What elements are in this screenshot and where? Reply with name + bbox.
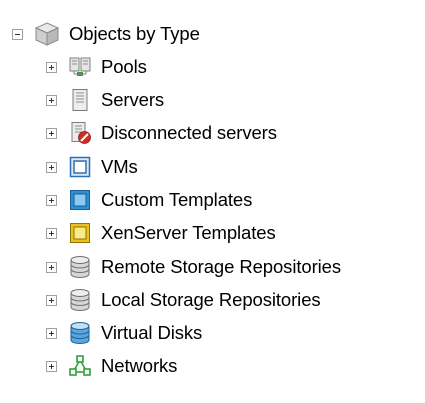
server-icon	[72, 89, 88, 111]
tree-node-remote-storage-repositories[interactable]: Remote Storage Repositories	[46, 250, 341, 284]
expand-toggle-icon[interactable]	[46, 227, 57, 239]
tree-node-label: Custom Templates	[101, 189, 253, 210]
local-storage-icon	[70, 289, 90, 311]
pool-icon	[69, 57, 91, 76]
custom-template-icon	[70, 190, 90, 210]
expand-toggle-icon[interactable]	[46, 360, 57, 372]
tree-node-label: XenServer Templates	[101, 222, 276, 243]
tree-node-label: VMs	[101, 156, 138, 177]
tree-node-custom-templates[interactable]: Custom Templates	[46, 183, 252, 217]
vm-icon	[69, 156, 91, 178]
cube-icon	[34, 22, 60, 46]
tree-node-label: Local Storage Repositories	[101, 289, 321, 310]
xenserver-template-icon	[70, 223, 90, 243]
tree-node-local-storage-repositories[interactable]: Local Storage Repositories	[46, 283, 321, 317]
tree-node-label: Remote Storage Repositories	[101, 256, 341, 277]
tree-node-networks[interactable]: Networks	[46, 349, 177, 383]
tree-node-xenserver-templates[interactable]: XenServer Templates	[46, 216, 276, 250]
tree-node-label: Pools	[101, 56, 147, 77]
tree-node-label: Objects by Type	[69, 23, 200, 44]
collapse-toggle-icon[interactable]	[12, 28, 23, 40]
expand-toggle-icon[interactable]	[46, 161, 57, 173]
expand-toggle-icon[interactable]	[46, 194, 57, 206]
objects-tree: Objects by Type Pools Servers Disconnect…	[0, 0, 425, 403]
remote-storage-icon	[70, 256, 90, 278]
expand-toggle-icon[interactable]	[46, 94, 57, 106]
disconnected-server-icon	[71, 122, 91, 144]
tree-node-servers[interactable]: Servers	[46, 83, 164, 117]
expand-toggle-icon[interactable]	[46, 327, 57, 339]
tree-node-label: Disconnected servers	[101, 122, 277, 143]
network-icon	[69, 355, 91, 376]
tree-node-objects-by-type[interactable]: Objects by Type	[12, 17, 200, 51]
virtual-disk-icon	[70, 322, 90, 344]
expand-toggle-icon[interactable]	[46, 294, 57, 306]
tree-node-virtual-disks[interactable]: Virtual Disks	[46, 316, 202, 350]
tree-node-label: Networks	[101, 355, 178, 376]
expand-toggle-icon[interactable]	[46, 261, 57, 273]
expand-toggle-icon[interactable]	[46, 127, 57, 139]
expand-toggle-icon[interactable]	[46, 61, 57, 73]
tree-node-label: Servers	[101, 89, 165, 110]
tree-node-pools[interactable]: Pools	[46, 50, 147, 84]
tree-node-vms[interactable]: VMs	[46, 150, 138, 184]
tree-node-label: Virtual Disks	[101, 322, 203, 343]
tree-node-disconnected-servers[interactable]: Disconnected servers	[46, 116, 277, 150]
